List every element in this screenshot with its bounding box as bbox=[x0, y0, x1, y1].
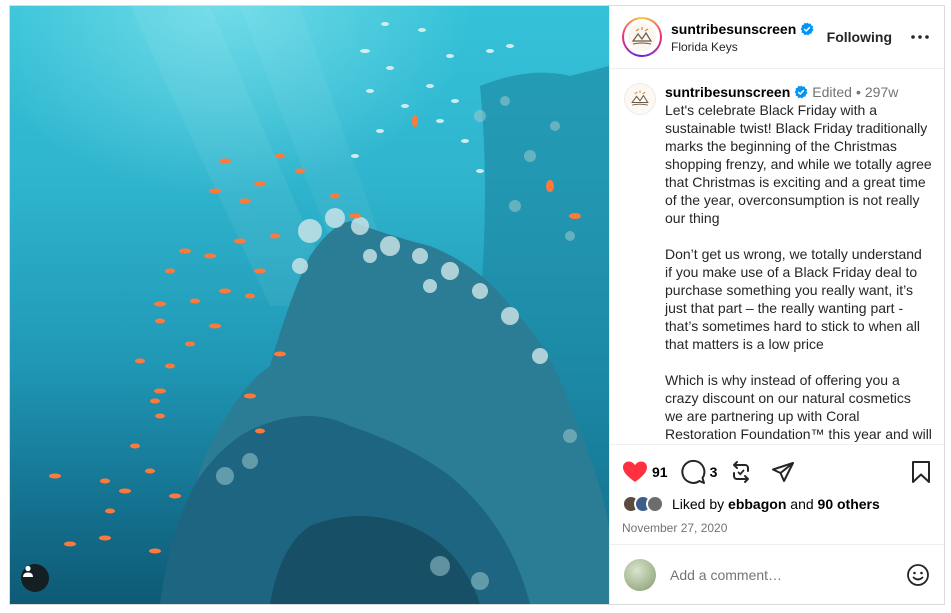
caption-body: suntribesunscreen Edited • 297w Let's ce… bbox=[665, 83, 932, 444]
liked-by-text: Liked by ebbagon and 90 others bbox=[672, 496, 880, 512]
caption-avatar[interactable] bbox=[624, 83, 656, 115]
brand-logo-icon bbox=[628, 23, 656, 51]
like-button[interactable]: 91 bbox=[622, 460, 680, 484]
header-username-row: suntribesunscreen bbox=[671, 21, 827, 37]
liked-by-others[interactable]: 90 others bbox=[818, 496, 880, 512]
repost-icon bbox=[733, 461, 750, 483]
more-options-button[interactable] bbox=[908, 25, 932, 49]
save-button[interactable] bbox=[910, 460, 932, 484]
following-button[interactable]: Following bbox=[827, 29, 892, 45]
post-side-panel: suntribesunscreen Florida Keys Following bbox=[609, 6, 944, 604]
more-options-icon bbox=[911, 35, 929, 39]
liked-by-joiner: and bbox=[790, 496, 814, 512]
post-date[interactable]: November 27, 2020 bbox=[622, 521, 932, 535]
edited-label: Edited bbox=[812, 84, 852, 100]
post-dialog: suntribesunscreen Florida Keys Following bbox=[9, 5, 945, 605]
story-ring-avatar[interactable] bbox=[622, 17, 662, 57]
caption-section: suntribesunscreen Edited • 297w Let's ce… bbox=[610, 69, 944, 444]
verified-badge-icon bbox=[794, 85, 808, 99]
comment-icon bbox=[680, 459, 705, 484]
user-tag-icon bbox=[23, 565, 33, 577]
caption-paragraph: Let's celebrate Black Friday with a sust… bbox=[665, 102, 932, 226]
verified-badge-icon bbox=[800, 22, 814, 35]
emoji-button[interactable] bbox=[906, 563, 930, 587]
liked-by-row: Liked by ebbagon and 90 others bbox=[622, 495, 932, 513]
action-bar: 91 3 bbox=[622, 455, 932, 489]
liked-by-user[interactable]: ebbagon bbox=[728, 496, 786, 512]
comment-box bbox=[610, 544, 944, 604]
meta-separator: • bbox=[855, 84, 861, 100]
post-photo[interactable] bbox=[10, 6, 609, 604]
comment-button[interactable]: 3 bbox=[680, 459, 730, 485]
comment-count[interactable]: 3 bbox=[710, 464, 718, 480]
header-text: suntribesunscreen Florida Keys bbox=[671, 21, 827, 54]
liker-avatars[interactable] bbox=[622, 495, 664, 513]
brand-logo-icon bbox=[631, 90, 649, 106]
action-section: 91 3 Liked by ebbagon and 90 others Nove… bbox=[610, 444, 944, 535]
caption-paragraph: Which is why instead of offering you a c… bbox=[665, 372, 932, 442]
send-icon bbox=[772, 462, 795, 482]
like-count[interactable]: 91 bbox=[652, 464, 668, 480]
user-tag-button[interactable] bbox=[21, 564, 49, 592]
comment-input[interactable] bbox=[670, 566, 906, 583]
send-button[interactable] bbox=[771, 460, 795, 484]
repost-button[interactable] bbox=[729, 460, 753, 484]
caption-username[interactable]: suntribesunscreen bbox=[665, 83, 790, 101]
caption-paragraph: Don’t get us wrong, we totally understan… bbox=[665, 246, 922, 352]
liked-by-prefix: Liked by bbox=[672, 496, 725, 512]
post-age[interactable]: 297w bbox=[865, 83, 898, 101]
bookmark-icon bbox=[912, 461, 930, 483]
underwater-reef-image bbox=[49, 6, 609, 604]
liker-avatar bbox=[646, 495, 664, 513]
heart-icon bbox=[623, 461, 647, 482]
current-user-avatar bbox=[624, 558, 656, 591]
caption-header: suntribesunscreen Edited • 297w bbox=[665, 83, 932, 101]
emoji-icon bbox=[907, 563, 929, 586]
location-link[interactable]: Florida Keys bbox=[671, 40, 827, 54]
header-username[interactable]: suntribesunscreen bbox=[671, 21, 796, 37]
avatar bbox=[624, 19, 660, 55]
post-header: suntribesunscreen Florida Keys Following bbox=[610, 6, 944, 69]
